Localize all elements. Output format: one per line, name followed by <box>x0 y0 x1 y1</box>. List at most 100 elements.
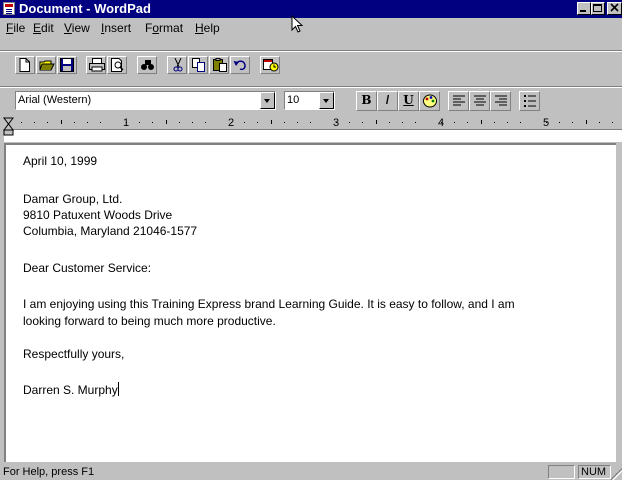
print-preview-button[interactable] <box>107 56 127 74</box>
ruler-tick <box>271 120 272 124</box>
open-button[interactable] <box>36 56 56 74</box>
font-size-dropdown-icon[interactable] <box>319 92 334 109</box>
ruler-dot <box>494 122 495 123</box>
closing: Respectfully yours, <box>23 347 125 361</box>
bullets-icon <box>523 95 536 107</box>
ruler-dot <box>507 122 508 123</box>
ruler-dot <box>297 122 298 123</box>
ruler-dot <box>179 122 180 123</box>
address-line-1: Damar Group, Ltd. <box>23 192 123 206</box>
cut-button[interactable] <box>167 56 187 74</box>
ruler-dot <box>87 122 88 123</box>
print-preview-icon <box>111 58 124 72</box>
align-right-button[interactable] <box>490 91 511 111</box>
ruler-dot <box>310 122 311 123</box>
ruler-dot <box>415 122 416 123</box>
maximize-button[interactable] <box>591 2 605 15</box>
ruler-dot <box>402 122 403 123</box>
align-center-icon <box>473 95 486 106</box>
ruler-dot <box>100 122 101 123</box>
color-button[interactable] <box>419 91 440 111</box>
window-title: Document - WordPad <box>19 1 151 16</box>
wordpad-app-icon[interactable] <box>3 2 15 15</box>
font-name-dropdown-icon[interactable] <box>260 92 275 109</box>
menu-file[interactable]: File <box>6 21 25 35</box>
bullets-button[interactable] <box>519 91 540 111</box>
font-size-value: 10 <box>287 94 300 106</box>
maximize-icon <box>593 4 602 12</box>
menu-format[interactable]: Format <box>145 21 183 35</box>
save-icon <box>60 58 74 72</box>
address-line-2: 9810 Patuxent Woods Drive <box>23 208 173 222</box>
ruler-dot <box>599 122 600 123</box>
status-bar: For Help, press F1 NUM <box>0 463 622 480</box>
print-icon <box>89 58 105 72</box>
new-button[interactable] <box>15 56 35 74</box>
ruler-tick <box>166 120 167 124</box>
resize-grip-icon[interactable] <box>610 468 622 480</box>
ruler-tick <box>376 120 377 124</box>
open-icon <box>39 60 55 71</box>
ruler-dot <box>284 122 285 123</box>
ruler-dot <box>231 122 232 123</box>
ruler-tick <box>586 120 587 124</box>
ruler-number: 5 <box>543 117 550 129</box>
ruler-tick <box>61 120 62 124</box>
underline-button[interactable]: U <box>398 91 419 111</box>
font-size-combo[interactable]: 10 <box>284 91 335 110</box>
menu-edit[interactable]: Edit <box>33 21 54 35</box>
close-icon <box>609 3 619 12</box>
ruler-dot <box>205 122 206 123</box>
ruler[interactable]: 1 2 3 4 5 <box>0 117 622 142</box>
body-line-1: I am enjoying using this Training Expres… <box>23 297 515 311</box>
copy-button[interactable] <box>188 56 208 74</box>
paste-icon <box>213 58 227 72</box>
undo-button[interactable] <box>230 56 250 74</box>
font-name-value: Arial (Western) <box>18 94 92 106</box>
copy-icon <box>192 58 205 72</box>
align-center-button[interactable] <box>469 91 490 111</box>
ruler-dot <box>192 122 193 123</box>
ruler-dot <box>257 122 258 123</box>
menu-help[interactable]: Help <box>195 21 220 35</box>
paste-button[interactable] <box>209 56 229 74</box>
ruler-dot <box>336 122 337 123</box>
ruler-dot <box>34 122 35 123</box>
ruler-dot <box>244 122 245 123</box>
status-help-text: For Help, press F1 <box>3 466 95 478</box>
ruler-dot <box>74 122 75 123</box>
date-time-button[interactable] <box>260 56 280 74</box>
document-editor[interactable]: April 10, 1999 Damar Group, Ltd. 9810 Pa… <box>4 143 616 462</box>
bold-button[interactable]: B <box>356 91 377 111</box>
ruler-dot <box>441 122 442 123</box>
ruler-dot <box>520 122 521 123</box>
minimize-icon <box>580 10 586 12</box>
indent-marker-icon[interactable] <box>3 117 15 142</box>
print-button[interactable] <box>86 56 106 74</box>
ruler-dot <box>126 122 127 123</box>
address-line-3: Columbia, Maryland 21046-1577 <box>23 224 198 238</box>
ruler-dot <box>139 122 140 123</box>
ruler-dot <box>21 122 22 123</box>
italic-button[interactable]: / <box>377 91 398 111</box>
menu-insert[interactable]: Insert <box>101 21 131 35</box>
cut-icon <box>173 58 183 72</box>
menu-view[interactable]: View <box>64 21 90 35</box>
status-panel-empty <box>548 465 575 479</box>
ruler-dot <box>467 122 468 123</box>
minimize-button[interactable] <box>577 2 591 15</box>
title-bar[interactable]: Document - WordPad <box>0 0 622 18</box>
align-right-icon <box>494 95 507 106</box>
signature-line: Darren S. Murphy <box>23 382 119 398</box>
find-button[interactable] <box>137 56 157 74</box>
ruler-dot <box>389 122 390 123</box>
salutation: Dear Customer Service: <box>23 261 152 275</box>
close-button[interactable] <box>607 2 622 15</box>
ruler-number: 2 <box>228 117 235 129</box>
body-line-2: looking forward to being much more produ… <box>23 314 276 328</box>
save-button[interactable] <box>57 56 77 74</box>
undo-icon <box>233 60 246 71</box>
ruler-dot <box>349 122 350 123</box>
align-left-button[interactable] <box>448 91 469 111</box>
font-name-combo[interactable]: Arial (Western) <box>15 91 276 110</box>
